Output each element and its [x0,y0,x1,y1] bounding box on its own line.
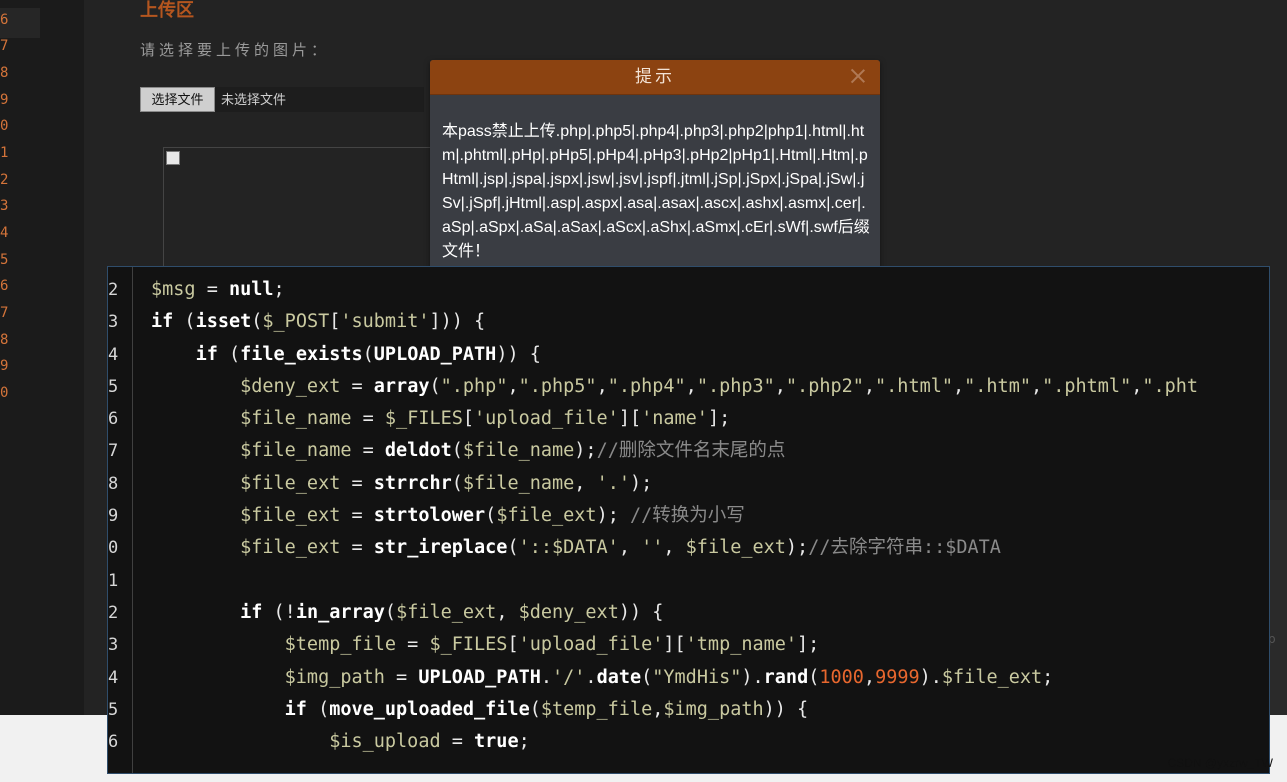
dialog-header: 提示 [430,60,880,95]
file-input[interactable]: 选择文件 未选择文件 [140,87,424,112]
image-preview [163,147,434,268]
gutter-number: 5 [0,252,9,268]
gutter-number: 6 [0,278,9,294]
code-line-text: $file_name = $_FILES['upload_file']['nam… [240,408,731,430]
code-line: 8 $file_ext = strrchr($file_name, '.'); [108,468,1269,500]
code-viewer: 2 $msg = null; 3 if (isset($_POST['submit']… [107,266,1270,774]
gutter-number: 2 [0,172,9,188]
code-line-number: 6 [108,409,119,430]
code-line-number: 8 [108,473,119,494]
code-line-number: 1 [108,570,119,591]
code-line-number: 4 [108,344,119,365]
gutter-number: 1 [0,145,9,161]
code-line-text: $file_ext = strrchr($file_name, '.'); [240,472,653,494]
dialog-title: 提示 [635,67,675,87]
code-line: 5 if (move_uploaded_file($temp_file,$img… [108,694,1269,726]
code-line: 7 $file_name = deldot($file_name);//删除文件… [108,435,1269,467]
watermark: CSDN @yxzrw_TW [1167,756,1273,770]
code-lines: 2 $msg = null; 3 if (isset($_POST['submit']… [108,274,1269,758]
gutter-number: 0 [0,118,9,134]
broken-image-icon [166,151,180,165]
code-line: 4 $img_path = UPLOAD_PATH.'/'.date("YmdH… [108,662,1269,694]
upload-section-title: 上传区 [140,0,194,21]
code-line-number: 4 [108,667,119,688]
choose-file-button[interactable]: 选择文件 [140,87,215,112]
code-line-number: 7 [108,441,119,462]
code-line-number: 3 [108,635,119,656]
gutter-number: 9 [0,358,9,374]
code-line-number: 5 [108,699,119,720]
code-line-text: if (file_exists(UPLOAD_PATH)) { [195,343,541,365]
code-line: 5 $deny_ext = array(".php",".php5",".php… [108,371,1269,403]
code-line-number: 2 [108,602,119,623]
code-line-number: 6 [108,732,119,753]
code-line-text: $file_name = deldot($file_name);//删除文件名末… [240,440,786,462]
close-icon[interactable] [848,66,868,86]
code-line: 0 $file_ext = str_ireplace('::$DATA', ''… [108,532,1269,564]
code-line: 2 if (!in_array($file_ext, $deny_ext)) { [108,597,1269,629]
code-line: 6 $file_name = $_FILES['upload_file']['n… [108,403,1269,435]
code-line: 6 $is_upload = true; [108,726,1269,758]
background-line-gutter: 6 7 8 9 0 1 2 3 4 5 6 7 8 9 0 [0,0,84,715]
code-line-text: $is_upload = true; [329,731,530,753]
gutter-number: 0 [0,385,9,401]
dialog-message: 本pass禁止上传.php|.php5|.php4|.php3|.php2|ph… [442,123,870,260]
file-status-text: 未选择文件 [221,92,287,107]
gutter-number: 8 [0,65,9,81]
code-line: 3 if (isset($_POST['submit'])) { [108,306,1269,338]
right-edge-panel [1270,500,1287,715]
code-line-text: if (!in_array($file_ext, $deny_ext)) { [240,601,664,623]
code-line-text: if (move_uploaded_file($temp_file,$img_p… [284,698,809,720]
code-line-text: $img_path = UPLOAD_PATH.'/'.date("YmdHis… [284,666,1054,688]
upload-instruction-label: 请选择要上传的图片： [140,41,331,59]
code-line: 4 if (file_exists(UPLOAD_PATH)) { [108,339,1269,371]
code-line-text: $temp_file = $_FILES['upload_file']['tmp… [284,634,820,656]
code-line-number: 0 [108,538,119,559]
gutter-number: 7 [0,38,9,54]
code-line-number: 5 [108,376,119,397]
code-line-text: $deny_ext = array(".php",".php5",".php4"… [240,375,1199,397]
code-line: 9 $file_ext = strtolower($file_ext); //转… [108,500,1269,532]
code-line: 1 [108,565,1269,597]
gutter-number: 8 [0,332,9,348]
gutter-number: 6 [0,12,9,28]
code-line-number: 9 [108,506,119,527]
code-line-text: $file_ext = strtolower($file_ext); //转换为… [240,505,745,527]
code-line-text: $file_ext = str_ireplace('::$DATA', '', … [240,537,1001,559]
code-line-number: 2 [108,280,119,300]
gutter-number: 7 [0,305,9,321]
code-line-number: 3 [108,312,119,333]
code-line: 2 $msg = null; [108,274,1269,306]
code-line-text: $msg = null; [151,279,285,300]
gutter-number: 4 [0,225,9,241]
gutter-number: 9 [0,92,9,108]
code-line: 3 $temp_file = $_FILES['upload_file']['t… [108,629,1269,661]
alert-dialog: 提示 本pass禁止上传.php|.php5|.php4|.php3|.php2… [430,60,880,272]
gutter-number: 3 [0,198,9,214]
code-line-text: if (isset($_POST['submit'])) { [151,311,486,333]
